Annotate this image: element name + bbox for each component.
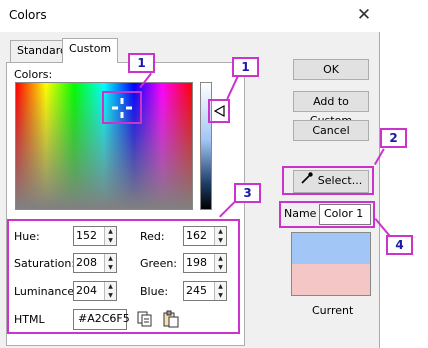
callout-badge-4: 4 [386, 235, 413, 255]
blue-value: 245 [186, 284, 207, 297]
hue-label: Hue: [14, 230, 40, 243]
callout-badge-1a: 1 [128, 53, 155, 73]
green-stepper[interactable]: 198 ▲ ▼ [183, 253, 227, 273]
callout-badge-1b: 1 [232, 57, 259, 77]
name-input[interactable]: Color 1 [319, 204, 371, 225]
hue-stepper[interactable]: 152 ▲ ▼ [73, 226, 117, 246]
dialog-title: Colors [9, 8, 47, 22]
luminance-stepper[interactable]: 204 ▲ ▼ [73, 281, 117, 301]
tab-custom[interactable]: Custom [62, 38, 119, 63]
close-button[interactable]: ✕ [352, 4, 376, 26]
spin-arrows-icon[interactable]: ▲ ▼ [214, 282, 226, 300]
luminance-label: Luminance [14, 285, 75, 298]
cancel-button[interactable]: Cancel [293, 120, 369, 141]
select-label: Select... [317, 174, 363, 187]
blue-stepper[interactable]: 245 ▲ ▼ [183, 281, 227, 301]
add-to-custom-button[interactable]: Add to Custom [293, 91, 369, 127]
spin-arrows-icon[interactable]: ▲ ▼ [104, 254, 116, 272]
colors-label: Colors: [14, 68, 53, 81]
ok-button[interactable]: OK [293, 59, 369, 80]
hue-value: 152 [76, 229, 97, 242]
name-label: Name [284, 207, 317, 220]
current-label: Current [312, 304, 354, 317]
html-label: HTML [14, 313, 45, 326]
saturation-label: Saturation: [14, 257, 76, 270]
blue-label: Blue: [140, 285, 169, 298]
color-preview [291, 232, 371, 296]
copy-icon[interactable] [136, 310, 154, 328]
new-color-swatch [292, 233, 370, 264]
crosshair-icon[interactable] [110, 96, 134, 120]
green-label: Green: [140, 257, 178, 270]
callout-badge-3: 3 [234, 183, 261, 203]
select-button[interactable]: Select... [293, 170, 369, 193]
paste-icon[interactable] [162, 310, 180, 328]
spin-arrows-icon[interactable]: ▲ ▼ [214, 227, 226, 245]
html-hex-input[interactable]: #A2C6F5 [73, 309, 130, 330]
luminance-value: 204 [76, 284, 97, 297]
spin-arrows-icon[interactable]: ▲ ▼ [104, 227, 116, 245]
current-color-swatch [292, 264, 370, 295]
eyedropper-icon [300, 171, 314, 191]
triangle-pointer-icon[interactable] [212, 104, 226, 118]
spin-arrows-icon[interactable]: ▲ ▼ [214, 254, 226, 272]
red-value: 162 [186, 229, 207, 242]
saturation-value: 208 [76, 256, 97, 269]
green-value: 198 [186, 256, 207, 269]
title-bar [0, 0, 380, 32]
red-stepper[interactable]: 162 ▲ ▼ [183, 226, 227, 246]
red-label: Red: [140, 230, 165, 243]
spin-arrows-icon[interactable]: ▲ ▼ [104, 282, 116, 300]
callout-badge-2: 2 [380, 128, 407, 148]
saturation-stepper[interactable]: 208 ▲ ▼ [73, 253, 117, 273]
